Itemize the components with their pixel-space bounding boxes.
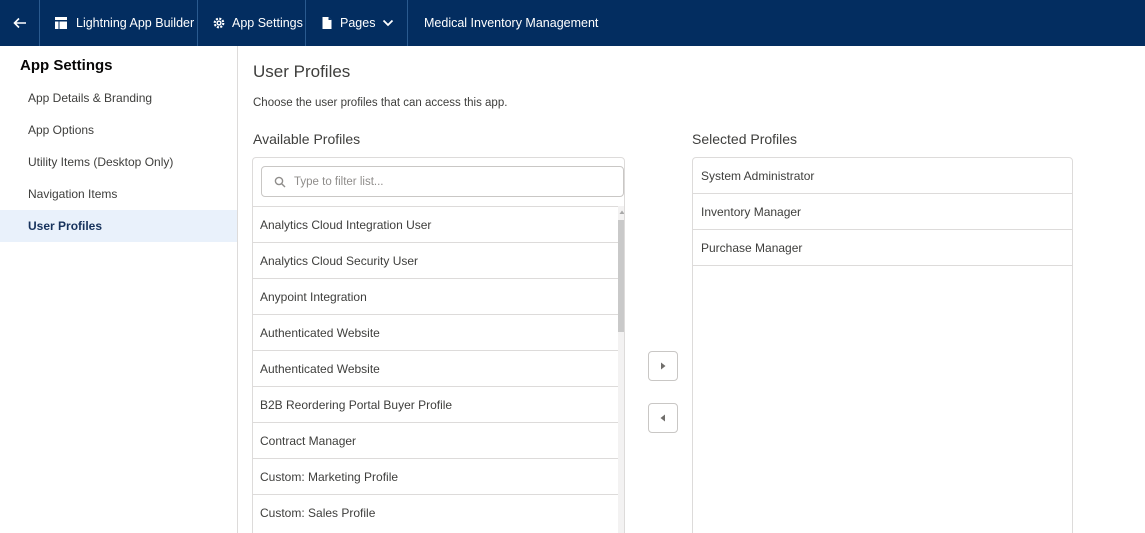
list-scrollbar[interactable]	[618, 206, 625, 533]
list-item[interactable]: Authenticated Website	[253, 314, 619, 350]
list-item[interactable]: Analytics Cloud Security User	[253, 242, 619, 278]
move-to-available-button[interactable]	[648, 403, 678, 433]
app-name: Medical Inventory Management	[408, 0, 598, 46]
list-item[interactable]: Anypoint Integration	[253, 278, 619, 314]
gear-icon	[213, 17, 225, 29]
page-title: User Profiles	[253, 62, 351, 81]
chevron-down-icon	[383, 19, 394, 27]
sidebar-item-utility-items[interactable]: Utility Items (Desktop Only)	[0, 146, 237, 178]
pages-label: Pages	[340, 16, 376, 30]
sidebar-item-navigation-items[interactable]: Navigation Items	[0, 178, 237, 210]
settings-label: App Settings	[232, 16, 303, 30]
page-icon	[322, 17, 332, 29]
move-to-selected-button[interactable]	[648, 351, 678, 381]
list-item[interactable]: Custom: Sales Profile	[253, 494, 619, 530]
settings-sidebar: App Settings App Details & Branding App …	[0, 46, 238, 533]
list-item[interactable]: Inventory Manager	[693, 194, 1072, 230]
scrollbar-thumb[interactable]	[618, 220, 624, 332]
available-profiles-listbox: Analytics Cloud Integration User Analyti…	[252, 157, 625, 533]
list-item[interactable]: Authenticated Website	[253, 350, 619, 386]
selected-profiles-title: Selected Profiles	[692, 131, 798, 147]
caret-left-icon	[660, 414, 665, 422]
list-item[interactable]: System Administrator	[693, 158, 1072, 194]
app-builder-icon	[55, 17, 67, 29]
list-item[interactable]: B2B Reordering Portal Buyer Profile	[253, 386, 619, 422]
selected-profiles-listbox: System Administrator Inventory Manager P…	[692, 157, 1073, 533]
sidebar-heading: App Settings	[20, 57, 113, 74]
filter-search-box	[261, 166, 624, 197]
page-description: Choose the user profiles that can access…	[253, 97, 508, 109]
available-profiles-title: Available Profiles	[253, 131, 361, 147]
lightning-app-builder-button[interactable]: Lightning App Builder	[40, 0, 198, 46]
builder-label: Lightning App Builder	[76, 16, 195, 30]
app-title: Medical Inventory Management	[424, 16, 599, 30]
top-navigation-bar: Lightning App Builder App Settings Pages…	[0, 0, 1145, 46]
sidebar-item-app-details[interactable]: App Details & Branding	[0, 82, 237, 114]
list-item[interactable]: Purchase Manager	[693, 230, 1072, 266]
scroll-up-arrow-icon[interactable]	[618, 209, 625, 215]
list-item[interactable]: Custom: Marketing Profile	[253, 458, 619, 494]
list-item[interactable]: Analytics Cloud Integration User	[253, 206, 619, 242]
filter-list-input[interactable]	[294, 175, 614, 188]
sidebar-item-user-profiles[interactable]: User Profiles	[0, 210, 237, 242]
main-content: User Profiles Choose the user profiles t…	[238, 46, 1145, 533]
caret-right-icon	[661, 362, 666, 370]
list-item[interactable]: Contract Manager	[253, 422, 619, 458]
back-button[interactable]	[0, 0, 40, 46]
available-profiles-list: Analytics Cloud Integration User Analyti…	[253, 206, 619, 530]
back-arrow-icon	[12, 17, 26, 29]
sidebar-item-app-options[interactable]: App Options	[0, 114, 237, 146]
app-settings-button[interactable]: App Settings	[198, 0, 306, 46]
pages-dropdown[interactable]: Pages	[306, 0, 408, 46]
search-icon	[274, 176, 286, 187]
